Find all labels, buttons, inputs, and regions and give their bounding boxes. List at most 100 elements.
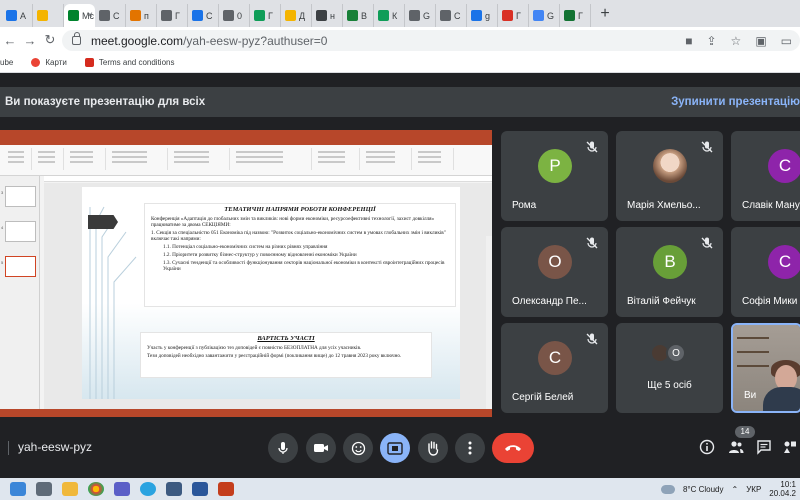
people-icon[interactable] (728, 439, 744, 455)
browser-tab[interactable]: 0 (219, 4, 250, 27)
browser-tab[interactable]: Г (250, 4, 281, 27)
participant-name: Марія Хмельо... (627, 200, 701, 211)
presenting-text: Ви показуєте презентацію для всіх (5, 96, 206, 108)
tab-title: Г (268, 10, 273, 21)
powerpoint-ribbon (0, 145, 492, 176)
participant-tile[interactable]: С Славік Мануш (731, 131, 800, 221)
viewer-icon[interactable] (166, 482, 182, 496)
browser-tab[interactable]: Г (498, 4, 529, 27)
tab-title: Г (516, 10, 521, 21)
tray-arrow-icon[interactable]: ⌃ (732, 485, 739, 494)
stop-presenting-button[interactable]: Зупинити презентацію (671, 96, 800, 108)
tab-favicon-icon (99, 10, 110, 21)
clock-time: 10:1 (780, 480, 796, 489)
extensions-icon[interactable]: ▣ (755, 34, 766, 48)
telegram-icon[interactable] (140, 482, 156, 496)
browser-tab[interactable]: C (95, 4, 126, 27)
self-video-tile[interactable]: Ви (731, 323, 800, 413)
clock[interactable]: 10:1 20.04.2 (769, 480, 796, 498)
camera-button[interactable] (306, 433, 336, 463)
bookmark-star-icon[interactable]: ☆ (731, 34, 742, 48)
tab-title: В (361, 10, 368, 21)
browser-tab[interactable]: н (312, 4, 343, 27)
file-explorer-icon[interactable] (62, 482, 78, 496)
browser-tab[interactable]: Г (560, 4, 591, 27)
chrome-icon[interactable] (88, 482, 104, 496)
share-icon[interactable]: ⇪ (706, 34, 716, 48)
bookmark-label: Карти (45, 58, 67, 67)
browser-tab[interactable]: G (529, 4, 560, 27)
forward-icon[interactable]: → (20, 33, 40, 48)
browser-tab[interactable]: Mc × (64, 4, 95, 27)
browser-tab[interactable]: A (2, 4, 33, 27)
slide-thumbnail[interactable] (5, 186, 36, 207)
present-screen-button[interactable] (380, 433, 410, 463)
raise-hand-button[interactable] (418, 433, 448, 463)
tab-favicon-icon (192, 10, 203, 21)
mic-off-icon (700, 236, 714, 250)
participant-tile[interactable]: С Сергій Белей (501, 323, 608, 413)
browser-tab[interactable]: C (436, 4, 467, 27)
powerpoint-icon[interactable] (218, 482, 234, 496)
browser-tab[interactable]: п (126, 4, 157, 27)
back-icon[interactable]: ← (0, 33, 20, 48)
sidebar-icon[interactable]: ▭ (781, 34, 792, 48)
bookmark-label: Terms and conditions (98, 58, 175, 67)
reload-icon[interactable]: ↻ (40, 32, 60, 48)
address-bar[interactable]: meet.google.com/yah-eesw-pyz?authuser=0 … (62, 30, 800, 51)
weather-text[interactable]: 8°C Cloudy (683, 485, 724, 494)
browser-tab[interactable]: G (405, 4, 436, 27)
more-participants-tile[interactable]: О Ще 5 осіб (616, 323, 723, 413)
word-icon[interactable] (192, 482, 208, 496)
bookmark-maps[interactable]: Карти (31, 58, 67, 67)
browser-tab[interactable]: Д (281, 4, 312, 27)
participant-tile[interactable]: В Віталій Фейчук (616, 227, 723, 317)
browser-tab[interactable]: С (188, 4, 219, 27)
avatar: С (538, 341, 572, 375)
search-icon[interactable] (36, 482, 52, 496)
new-tab-button[interactable]: + (593, 2, 617, 25)
camera-indicator-icon[interactable]: ■ (685, 34, 692, 48)
emoji-reactions-button[interactable] (343, 433, 373, 463)
bookmark-youtube[interactable]: ube (0, 58, 13, 67)
language-indicator[interactable]: УКР (746, 485, 761, 494)
participant-name: Олександр Пе... (512, 296, 587, 307)
close-tab-icon[interactable]: × (87, 10, 93, 21)
start-icon[interactable] (10, 482, 26, 496)
slide-scrollbar[interactable] (486, 236, 492, 417)
mic-off-icon (585, 332, 599, 346)
tab-favicon-icon (68, 10, 79, 21)
avatar: О (538, 245, 572, 279)
browser-tab[interactable]: g (467, 4, 498, 27)
avatar: Р (538, 149, 572, 183)
slide-item-3: 1.3. Сучасні тенденції та особливості фу… (163, 259, 445, 273)
browser-tab[interactable]: Г (157, 4, 188, 27)
bookmark-terms[interactable]: Terms and conditions (84, 58, 175, 67)
browser-tab[interactable]: В (343, 4, 374, 27)
tab-title: A (20, 10, 27, 21)
participant-tile[interactable]: О Олександр Пе... (501, 227, 608, 317)
meeting-info-icon[interactable] (699, 439, 715, 455)
mic-off-icon (700, 140, 714, 154)
sections-text-box: ТЕМАТИЧНІ НАПРЯМИ РОБОТИ КОНФЕРЕНЦІЇ Кон… (144, 203, 456, 307)
tab-favicon-icon (223, 10, 234, 21)
chat-icon[interactable] (756, 439, 772, 455)
tab-favicon-icon (130, 10, 141, 21)
slide-heading: ТЕМАТИЧНІ НАПРЯМИ РОБОТИ КОНФЕРЕНЦІЇ (224, 206, 376, 213)
browser-tab[interactable] (33, 4, 64, 27)
leave-call-button[interactable] (492, 433, 534, 463)
participant-tile[interactable]: Р Рома (501, 131, 608, 221)
tab-favicon-icon (409, 10, 420, 21)
microphone-button[interactable] (268, 433, 298, 463)
browser-tab[interactable]: К (374, 4, 405, 27)
slide-thumbnail-selected[interactable] (5, 256, 36, 277)
tab-favicon-icon (285, 10, 296, 21)
teams-icon[interactable] (114, 482, 130, 496)
slide-thumbnail[interactable] (5, 221, 36, 242)
participant-tile[interactable]: С Софія Мики (731, 227, 800, 317)
meeting-code: yah-eesw-pyz (18, 440, 93, 454)
participant-tile[interactable]: Марія Хмельо... (616, 131, 723, 221)
camera-icon (314, 444, 328, 452)
more-options-button[interactable] (455, 433, 485, 463)
activities-icon[interactable] (782, 439, 798, 455)
